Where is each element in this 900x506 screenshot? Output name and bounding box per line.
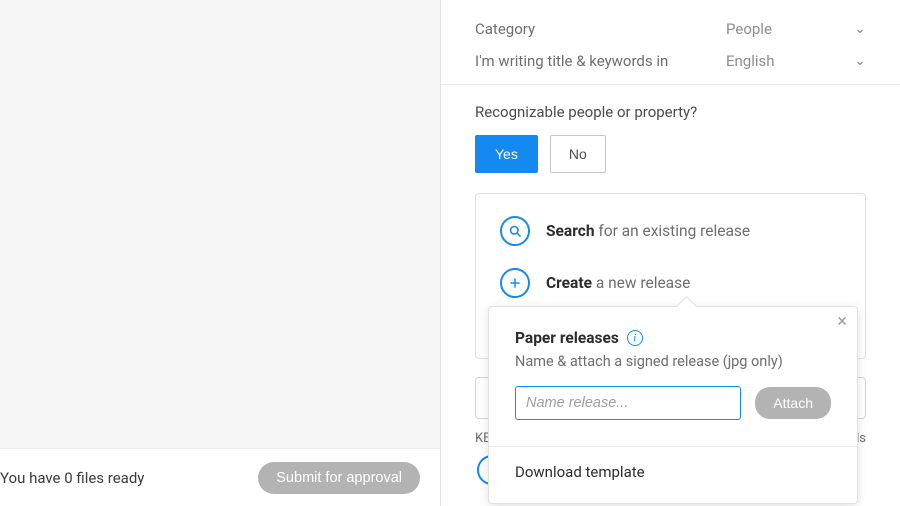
- popover-title: Paper releases: [515, 329, 619, 347]
- category-dropdown[interactable]: People ⌄: [726, 20, 866, 38]
- create-release-text: Create a new release: [546, 274, 690, 292]
- close-icon[interactable]: ×: [837, 313, 847, 331]
- no-button[interactable]: No: [550, 135, 606, 173]
- search-release-row[interactable]: Search for an existing release: [500, 216, 841, 246]
- yes-button[interactable]: Yes: [475, 135, 538, 173]
- language-row: I'm writing title & keywords in English …: [475, 52, 866, 70]
- search-icon: [500, 216, 530, 246]
- language-dropdown[interactable]: English ⌄: [726, 52, 866, 70]
- submit-button[interactable]: Submit for approval: [258, 462, 420, 494]
- recognize-question: Recognizable people or property?: [475, 103, 866, 121]
- attach-button[interactable]: Attach: [755, 387, 831, 419]
- language-label: I'm writing title & keywords in: [475, 52, 668, 70]
- divider: [489, 446, 857, 447]
- yes-no-row: Yes No: [475, 135, 866, 173]
- create-release-row[interactable]: Create a new release: [500, 268, 841, 298]
- divider: [441, 84, 900, 85]
- plus-icon: [500, 268, 530, 298]
- download-template-link[interactable]: Download template: [515, 463, 831, 481]
- attach-row: Attach: [515, 386, 831, 420]
- search-release-text: Search for an existing release: [546, 222, 750, 240]
- category-row: Category People ⌄: [475, 20, 866, 38]
- category-value: People: [726, 20, 772, 38]
- footer-bar: You have 0 files ready Submit for approv…: [0, 448, 440, 506]
- chevron-down-icon: ⌄: [854, 53, 866, 69]
- files-ready-label: You have 0 files ready: [0, 469, 144, 487]
- info-icon[interactable]: i: [627, 330, 643, 346]
- release-name-input[interactable]: [515, 386, 741, 420]
- popover-subtitle: Name & attach a signed release (jpg only…: [515, 353, 831, 370]
- language-value: English: [726, 52, 775, 70]
- category-label: Category: [475, 20, 535, 38]
- paper-releases-popover: × Paper releases i Name & attach a signe…: [488, 306, 858, 504]
- chevron-down-icon: ⌄: [854, 21, 866, 37]
- popover-title-row: Paper releases i: [515, 329, 831, 347]
- preview-panel: You have 0 files ready Submit for approv…: [0, 0, 441, 506]
